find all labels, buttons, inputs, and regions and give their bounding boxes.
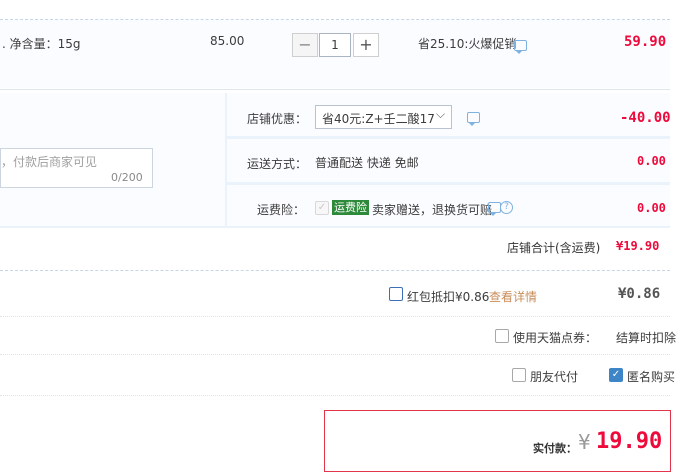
discount-select[interactable]: 省40元:Z+壬二酸17 ⌵ (315, 105, 452, 129)
shipping-fee: 0.00 (637, 154, 666, 168)
item-subtotal: 59.90 (624, 34, 667, 50)
increase-button[interactable]: + (353, 33, 379, 57)
insurance-label: 运费险： (257, 203, 306, 217)
redpacket-value: ¥0.86 (618, 286, 661, 302)
points-divider (0, 354, 670, 355)
redpacket-detail-link[interactable]: 查看详情 (489, 288, 537, 305)
options-divider (0, 395, 670, 396)
redpacket-label: 红包抵扣¥0.86 (407, 290, 490, 304)
insurance-desc: 卖家赠送，退换货可赔 (372, 203, 493, 217)
friend-pay-label: 朋友代付 (530, 370, 579, 384)
insurance-checkbox: ✓ (315, 201, 329, 215)
discount-value: -40.00 (620, 110, 671, 126)
shop-total-label: 店铺合计(含运费) (507, 241, 601, 255)
memo-counter: 0/200 (111, 171, 143, 184)
quantity-input[interactable]: 1 (319, 33, 351, 57)
net-content: . 净含量：15g (2, 37, 81, 51)
payment-box: 实付款： ¥ 19.90 (324, 410, 671, 472)
points-note: 结算时扣除 (616, 331, 677, 345)
shipping-label: 运送方式： (247, 157, 308, 171)
shop-divider (0, 270, 670, 271)
chevron-down-icon: ⌵ (436, 107, 446, 121)
chat-icon[interactable] (514, 40, 527, 54)
redpacket-divider (0, 316, 670, 317)
memo-input[interactable]: ，付款后商家可见 0/200 (0, 148, 153, 188)
discount-select-value: 省40元:Z+壬二酸17 (322, 112, 435, 126)
shop-total-value: ¥19.90 (616, 239, 660, 253)
anonymous-checkbox[interactable]: ✓ (609, 368, 623, 382)
anonymous-label: 匿名购买 (627, 370, 676, 384)
insurance-badge: 运费险 (332, 200, 369, 215)
memo-placeholder: ，付款后商家可见 (1, 155, 98, 169)
insurance-fee: 0.00 (637, 201, 666, 215)
unit-price: 85.00 (210, 34, 245, 48)
discount-label: 店铺优惠： (247, 112, 308, 126)
shipping-value: 普通配送 快递 免邮 (315, 156, 419, 170)
friend-pay-checkbox[interactable] (512, 368, 526, 382)
item-divider (0, 89, 670, 90)
chat-icon[interactable] (467, 112, 480, 126)
quantity-stepper: − 1 + (292, 33, 379, 57)
decrease-button[interactable]: − (292, 33, 318, 57)
points-label: 使用天猫点券： (513, 331, 598, 345)
payment-currency: ¥ (578, 430, 591, 454)
payment-label: 实付款： (533, 442, 577, 455)
points-checkbox[interactable] (495, 329, 509, 343)
payment-amount: 19.90 (596, 429, 663, 454)
redpacket-checkbox[interactable] (389, 287, 403, 301)
help-icon[interactable]: ? (500, 201, 513, 214)
promo-text: 省25.10:火爆促销 (418, 37, 517, 51)
